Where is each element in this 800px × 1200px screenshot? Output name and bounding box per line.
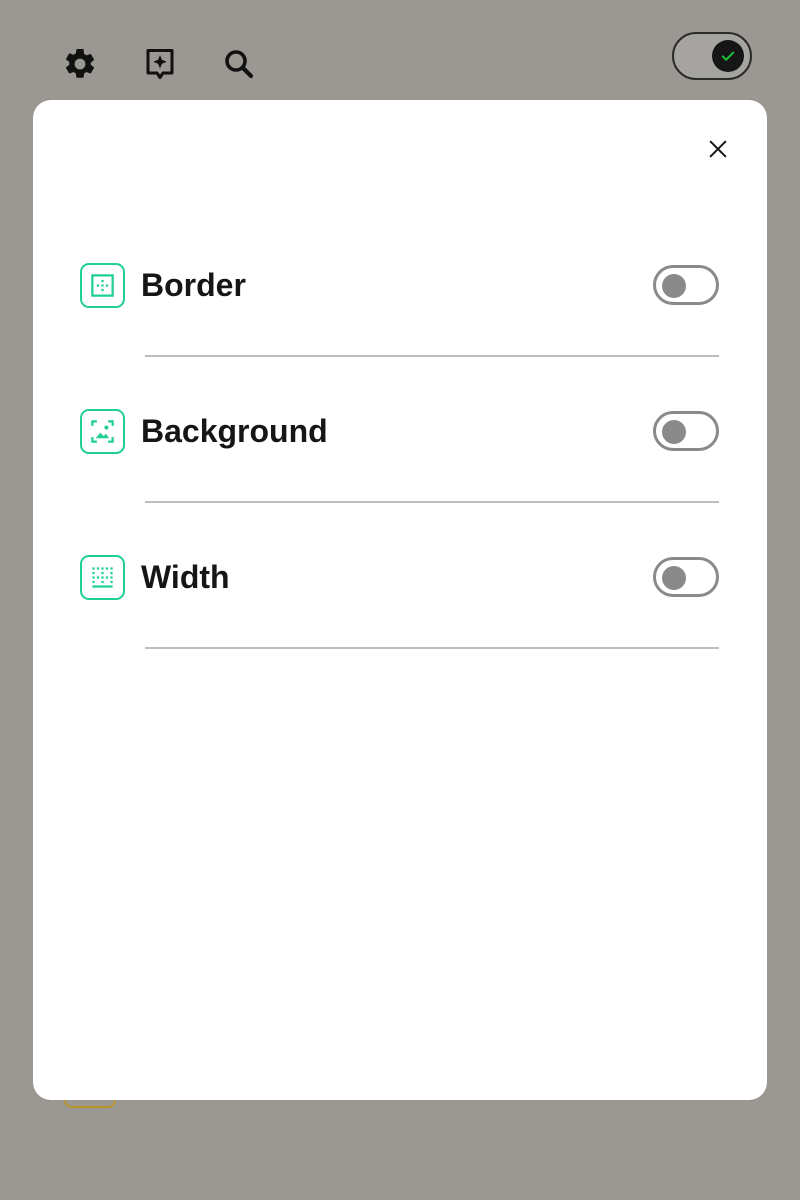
setting-label: Border xyxy=(141,266,246,303)
gear-icon[interactable] xyxy=(60,44,100,84)
divider xyxy=(145,647,719,649)
toggle-knob xyxy=(662,566,686,590)
divider xyxy=(145,355,719,357)
sparkle-bookmark-icon[interactable] xyxy=(140,44,180,84)
divider xyxy=(145,501,719,503)
toggle-knob xyxy=(662,274,686,298)
background-toggle[interactable] xyxy=(653,411,719,451)
width-icon xyxy=(80,554,125,600)
width-toggle[interactable] xyxy=(653,557,719,597)
background-image-icon xyxy=(80,408,125,454)
toggle-knob xyxy=(712,40,744,72)
setting-label: Width xyxy=(141,558,230,595)
settings-modal: Border Background Width xyxy=(33,100,767,1100)
check-icon xyxy=(721,51,735,61)
border-toggle[interactable] xyxy=(653,265,719,305)
setting-label: Background xyxy=(141,412,328,449)
setting-row-border[interactable]: Border xyxy=(80,261,720,309)
theme-toggle[interactable] xyxy=(672,32,752,80)
search-icon[interactable] xyxy=(219,44,259,84)
close-button[interactable] xyxy=(701,132,735,166)
toggle-knob xyxy=(662,420,686,444)
border-icon xyxy=(80,262,125,308)
close-icon xyxy=(709,140,727,158)
setting-row-background[interactable]: Background xyxy=(80,407,720,455)
setting-row-width[interactable]: Width xyxy=(80,553,720,601)
